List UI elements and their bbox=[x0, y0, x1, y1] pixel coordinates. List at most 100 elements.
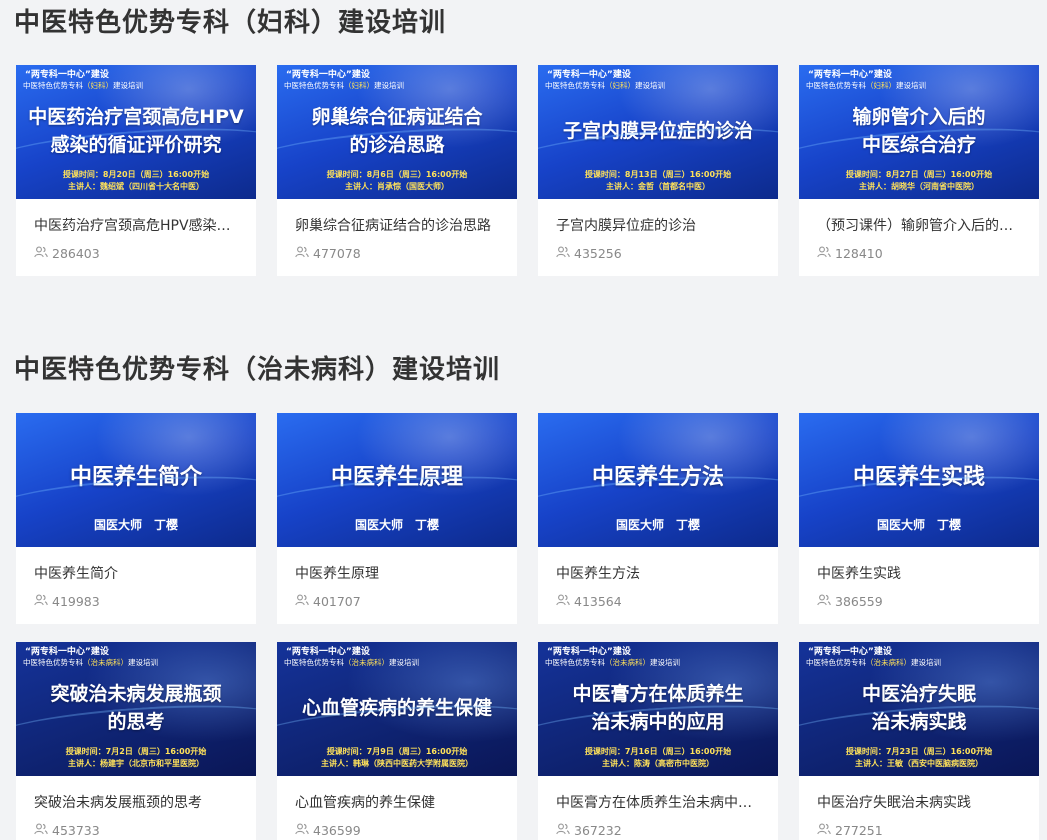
banner-title-line-1: 中医药治疗宫颈高危HPV bbox=[28, 106, 244, 128]
course-thumbnail[interactable]: 中医养生实践 国医大师 丁樱 bbox=[799, 413, 1039, 547]
banner-sub-dept: （妇科） bbox=[83, 81, 113, 90]
course-title[interactable]: 中医治疗失眠治未病实践 bbox=[817, 792, 1025, 812]
course-info: 子宫内膜异位症的诊治 435256 bbox=[538, 199, 778, 276]
course-thumbnail[interactable]: 中医养生简介国医大师 丁樱 bbox=[16, 413, 256, 547]
banner-info: 授课时间：8月13日（周三）16:00开始 主讲人：金哲（首都名中医） bbox=[538, 169, 778, 193]
course-card[interactable]: “两专科一中心”建设 中医特色优势专科（治未病科）建设培训 中医膏方在体质养生 治未病… bbox=[538, 642, 778, 840]
banner-sub-dept: （治未病科） bbox=[866, 658, 911, 667]
view-count-value: 128410 bbox=[835, 246, 883, 261]
course-card[interactable]: 中医养生方法 国医大师 丁樱 中医养生方法 413564 bbox=[538, 413, 778, 624]
course-title[interactable]: 卵巢综合征病证结合的诊治思路 bbox=[295, 215, 503, 235]
course-title[interactable]: 中医养生实践 bbox=[817, 563, 1025, 583]
course-title[interactable]: 中医药治疗宫颈高危HPV感染的循证评价研究 bbox=[34, 215, 242, 235]
course-card[interactable]: “两专科一中心”建设 中医特色优势专科（妇科）建设培训 卵巢综合征病证结合 的诊治思路… bbox=[277, 65, 517, 276]
banner-sub-suffix: 建设培训 bbox=[374, 81, 404, 90]
banner-subtitle: 中医特色优势专科（妇科）建设培训 bbox=[284, 81, 404, 91]
banner-sub-dept: （治未病科） bbox=[344, 658, 389, 667]
banner-sub-text: 中医特色优势专科 bbox=[23, 658, 83, 667]
banner-info: 授课时间：8月6日（周三）16:00开始 主讲人：肖承悰（国医大师） bbox=[277, 169, 517, 193]
view-count-value: 419983 bbox=[52, 594, 100, 609]
banner-sub-dept: （妇科） bbox=[605, 81, 635, 90]
banner-sub-dept: （妇科） bbox=[866, 81, 896, 90]
course-grid-preventive: 中医养生简介 国医大师 丁樱 中医养生简介 419983 中医养生原理 国医大师 丁樱 中医… bbox=[16, 413, 1039, 840]
banner-program: “两专科一中心”建设 bbox=[286, 647, 370, 657]
course-card[interactable]: “两专科一中心”建设 中医特色优势专科（妇科）建设培训 子宫内膜异位症的诊治 授课时间… bbox=[538, 65, 778, 276]
banner-info: 授课时间：7月23日（周三）16:00开始 主讲人：王敏（西安中医脑病医院） bbox=[799, 746, 1039, 770]
banner-speaker: 主讲人：陈涛（高密市中医院） bbox=[602, 759, 714, 768]
view-count-value: 435256 bbox=[574, 246, 622, 261]
banner-teacher: 国医大师 丁樱 bbox=[354, 518, 439, 532]
banner-subtitle: 中医特色优势专科（治未病科）建设培训 bbox=[545, 658, 680, 668]
view-count-value: 386559 bbox=[835, 594, 883, 609]
course-title[interactable]: 突破治未病发展瓶颈的思考 bbox=[34, 792, 242, 812]
user-group-icon bbox=[34, 823, 48, 838]
view-count-value: 401707 bbox=[313, 594, 361, 609]
banner-sub-dept: （治未病科） bbox=[83, 658, 128, 667]
user-group-icon bbox=[295, 246, 309, 261]
course-card[interactable]: “两专科一中心”建设 中医特色优势专科（治未病科）建设培训心血管疾病的养生保健 授课… bbox=[277, 642, 517, 840]
course-thumbnail[interactable]: “两专科一中心”建设 中医特色优势专科（治未病科）建设培训 心血管疾病的养生保健 授课… bbox=[277, 642, 517, 776]
course-thumbnail[interactable]: 中医养生方法 国医大师 丁樱 bbox=[538, 413, 778, 547]
banner-info: 授课时间：7月2日（周三）16:00开始 主讲人：杨建宇（北京市和平里医院） bbox=[16, 746, 256, 770]
banner-sub-text: 中医特色优势专科 bbox=[284, 81, 344, 90]
course-thumbnail[interactable]: “两专科一中心”建设 中医特色优势专科（治未病科）建设培训 突破治未病发展瓶颈 的思考… bbox=[16, 642, 256, 776]
course-title[interactable]: 心血管疾病的养生保健 bbox=[295, 792, 503, 812]
banner-subtitle: 中医特色优势专科（治未病科）建设培训 bbox=[284, 658, 419, 668]
course-info: （预习课件）输卵管介入后的中医综合治疗 128410 bbox=[799, 199, 1039, 276]
course-card[interactable]: “两专科一中心”建设 中医特色优势专科（妇科）建设培训 输卵管介入后的 中医综合治疗授… bbox=[799, 65, 1039, 276]
course-info: 中医治疗失眠治未病实践 277251 bbox=[799, 776, 1039, 840]
banner-subtitle: 中医特色优势专科（妇科）建设培训 bbox=[806, 81, 926, 91]
user-group-icon bbox=[34, 246, 48, 261]
banner-sub-suffix: 建设培训 bbox=[128, 658, 158, 667]
course-thumbnail[interactable]: “两专科一中心”建设 中医特色优势专科（治未病科）建设培训 中医治疗失眠 治未病实践授… bbox=[799, 642, 1039, 776]
banner-teacher: 国医大师 丁樱 bbox=[876, 518, 961, 532]
banner-info: 授课时间：8月27日（周三）16:00开始 主讲人：胡晓华（河南省中医院） bbox=[799, 169, 1039, 193]
course-thumbnail[interactable]: “两专科一中心”建设 中医特色优势专科（妇科）建设培训 卵巢综合征病证结合 的诊治思路… bbox=[277, 65, 517, 199]
banner-title-line-1: 输卵管介入后的 bbox=[852, 106, 986, 128]
course-thumbnail[interactable]: “两专科一中心”建设 中医特色优势专科（妇科）建设培训 子宫内膜异位症的诊治 授课时间… bbox=[538, 65, 778, 199]
view-count-value: 436599 bbox=[313, 823, 361, 838]
course-title[interactable]: （预习课件）输卵管介入后的中医综合治疗 bbox=[817, 215, 1025, 235]
course-info: 突破治未病发展瓶颈的思考 453733 bbox=[16, 776, 256, 840]
banner-title: 中医药治疗宫颈高危HPV 感染的循证评价研究 bbox=[16, 103, 256, 159]
banner-info: 授课时间：7月9日（周三）16:00开始 主讲人：韩琳（陕西中医药大学附属医院） bbox=[277, 746, 517, 770]
section-title-gynecology: 中医特色优势专科（妇科）建设培训 bbox=[14, 8, 447, 38]
view-count-value: 367232 bbox=[574, 823, 622, 838]
view-count: 386559 bbox=[817, 594, 883, 609]
view-count: 453733 bbox=[34, 823, 100, 838]
banner-subtitle: 中医特色优势专科（治未病科）建设培训 bbox=[23, 658, 158, 668]
course-thumbnail[interactable]: “两专科一中心”建设 中医特色优势专科（妇科）建设培训 中医药治疗宫颈高危HPV 感染… bbox=[16, 65, 256, 199]
course-thumbnail[interactable]: “两专科一中心”建设 中医特色优势专科（治未病科）建设培训 中医膏方在体质养生 治未病… bbox=[538, 642, 778, 776]
banner-title: 中医养生原理 bbox=[330, 465, 463, 490]
banner-title: 中医养生简介 bbox=[69, 465, 202, 490]
course-card[interactable]: “两专科一中心”建设 中医特色优势专科（妇科）建设培训 中医药治疗宫颈高危HPV 感染… bbox=[16, 65, 256, 276]
view-count: 277251 bbox=[817, 823, 883, 838]
course-title[interactable]: 中医养生原理 bbox=[295, 563, 503, 583]
course-title[interactable]: 中医养生简介 bbox=[34, 563, 242, 583]
banner-title-line-2: 的思考 bbox=[107, 711, 165, 733]
banner-teacher: 国医大师 丁樱 bbox=[93, 518, 178, 532]
course-title[interactable]: 子宫内膜异位症的诊治 bbox=[556, 215, 764, 235]
banner-time: 授课时间：8月20日（周三）16:00开始 bbox=[62, 170, 210, 179]
banner-title-line-1: 中医膏方在体质养生 bbox=[572, 683, 744, 705]
banner-title-line-2: 治未病实践 bbox=[871, 711, 967, 733]
course-info: 中医膏方在体质养生治未病中的应用 367232 bbox=[538, 776, 778, 840]
banner-speaker: 主讲人：韩琳（陕西中医药大学附属医院） bbox=[321, 759, 473, 768]
course-thumbnail[interactable]: “两专科一中心”建设 中医特色优势专科（妇科）建设培训 输卵管介入后的 中医综合治疗授… bbox=[799, 65, 1039, 199]
banner-program: “两专科一中心”建设 bbox=[25, 70, 109, 80]
view-count-value: 286403 bbox=[52, 246, 100, 261]
banner-sub-dept: （治未病科） bbox=[605, 658, 650, 667]
course-card[interactable]: 中医养生原理 国医大师 丁樱 中医养生原理 401707 bbox=[277, 413, 517, 624]
view-count: 419983 bbox=[34, 594, 100, 609]
banner-title: 中医膏方在体质养生 治未病中的应用 bbox=[538, 680, 778, 736]
course-card[interactable]: “两专科一中心”建设 中医特色优势专科（治未病科）建设培训 突破治未病发展瓶颈 的思考… bbox=[16, 642, 256, 840]
course-card[interactable]: 中医养生简介 国医大师 丁樱 中医养生简介 419983 bbox=[16, 413, 256, 624]
banner-title: 中医养生方法 bbox=[591, 465, 724, 490]
course-title[interactable]: 中医膏方在体质养生治未病中的应用 bbox=[556, 792, 764, 812]
banner-title-line-2: 治未病中的应用 bbox=[591, 711, 725, 733]
course-card[interactable]: 中医养生实践 国医大师 丁樱中医养生实践 386559 bbox=[799, 413, 1039, 624]
course-thumbnail[interactable]: 中医养生原理国医大师 丁樱 bbox=[277, 413, 517, 547]
view-count: 413564 bbox=[556, 594, 622, 609]
course-title[interactable]: 中医养生方法 bbox=[556, 563, 764, 583]
course-card[interactable]: “两专科一中心”建设 中医特色优势专科（治未病科）建设培训 中医治疗失眠 治未病实践授… bbox=[799, 642, 1039, 840]
